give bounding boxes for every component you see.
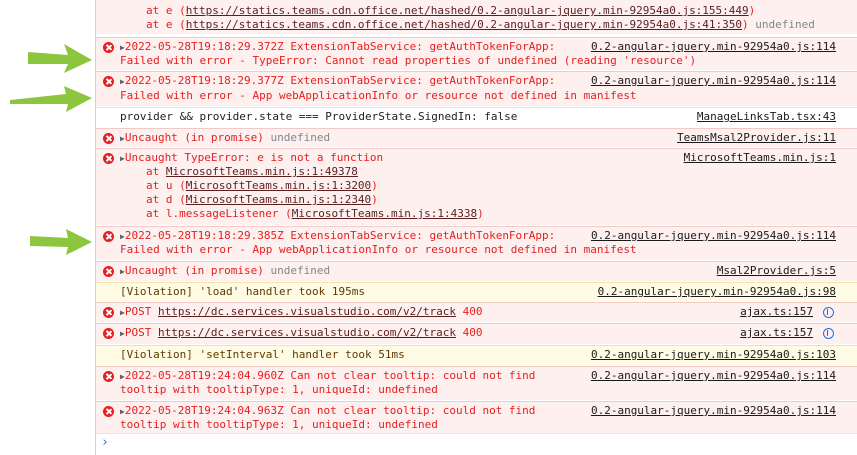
console-prompt-icon: › <box>101 435 109 450</box>
source-link[interactable]: 0.2-angular-jquery.min-92954a0.js:114 <box>591 369 836 383</box>
source-link[interactable]: ajax.ts:157 <box>740 326 813 340</box>
request-url-link[interactable]: https://dc.services.visualstudio.com/v2/… <box>158 326 456 339</box>
source-link[interactable]: 0.2-angular-jquery.min-92954a0.js:98 <box>598 285 836 299</box>
source-link[interactable]: TeamsMsal2Provider.js:11 <box>677 131 836 145</box>
stack-link[interactable]: MicrosoftTeams.min.js:1:4338 <box>292 207 477 220</box>
source-link[interactable]: 0.2-angular-jquery.min-92954a0.js:103 <box>591 348 836 362</box>
error-icon <box>103 76 114 87</box>
stack-link[interactable]: https://statics.teams.cdn.office.net/has… <box>186 18 742 31</box>
source-link[interactable]: 0.2-angular-jquery.min-92954a0.js:114 <box>591 229 836 243</box>
console-error-entry[interactable]: ▶2022-05-28T19:18:29.385Z ExtensionTabSe… <box>96 226 857 260</box>
error-icon <box>103 231 114 242</box>
source-link[interactable]: 0.2-angular-jquery.min-92954a0.js:114 <box>591 404 836 418</box>
source-link[interactable]: 0.2-angular-jquery.min-92954a0.js:114 <box>591 40 836 54</box>
source-link[interactable]: ManageLinksTab.tsx:43 <box>697 110 836 124</box>
annotation-arrow-1 <box>28 44 92 73</box>
error-icon <box>103 133 114 144</box>
stack-link[interactable]: MicrosoftTeams.min.js:1:2340 <box>186 193 371 206</box>
stack-link[interactable]: MicrosoftTeams.min.js:1:49378 <box>166 165 358 178</box>
console-error-entry[interactable]: ▶2022-05-28T19:18:29.372Z ExtensionTabSe… <box>96 37 857 70</box>
console-error-entry[interactable]: ▶Uncaught (in promise) undefined Msal2Pr… <box>96 261 857 281</box>
network-panel-icon[interactable] <box>823 328 834 339</box>
annotation-arrow-2 <box>10 86 92 112</box>
stack-link[interactable]: MicrosoftTeams.min.js:1:3200 <box>186 179 371 192</box>
console-error-entry[interactable]: ▶Uncaught TypeError: e is not a function… <box>96 148 857 225</box>
console-log-entry[interactable]: provider && provider.state === ProviderS… <box>96 107 857 127</box>
console-violation-entry[interactable]: [Violation] 'setInterval' handler took 5… <box>96 345 857 365</box>
console-network-error-entry[interactable]: ▶POST https://dc.services.visualstudio.c… <box>96 302 857 322</box>
console-error-entry[interactable]: ▶2022-05-28T19:18:29.377Z ExtensionTabSe… <box>96 71 857 106</box>
error-icon <box>103 328 114 339</box>
annotation-arrow-3 <box>30 229 92 255</box>
console-error-entry[interactable]: ▶2022-05-28T19:24:04.960Z Can not clear … <box>96 366 857 400</box>
error-icon <box>103 42 114 53</box>
stack-continuation: at e (https://statics.teams.cdn.office.n… <box>96 0 857 34</box>
stack-line: at e (https://statics.teams.cdn.office.n… <box>146 4 756 17</box>
console-network-error-entry[interactable]: ▶POST https://dc.services.visualstudio.c… <box>96 323 857 344</box>
source-link[interactable]: MicrosoftTeams.min.js:1 <box>684 151 836 165</box>
request-url-link[interactable]: https://dc.services.visualstudio.com/v2/… <box>158 305 456 318</box>
error-icon <box>103 153 114 164</box>
network-panel-icon[interactable] <box>823 307 834 318</box>
console-violation-entry[interactable]: [Violation] 'load' handler took 195ms 0.… <box>96 282 857 301</box>
source-link[interactable]: Msal2Provider.js:5 <box>717 264 836 278</box>
source-link[interactable]: ajax.ts:157 <box>740 305 813 319</box>
console-input-row[interactable]: › <box>96 433 857 455</box>
source-link[interactable]: 0.2-angular-jquery.min-92954a0.js:114 <box>591 74 836 88</box>
stack-line: at e (https://statics.teams.cdn.office.n… <box>146 18 815 31</box>
console-panel: at e (https://statics.teams.cdn.office.n… <box>95 0 857 455</box>
left-gutter <box>0 0 95 455</box>
console-error-entry[interactable]: ▶2022-05-28T19:24:04.963Z Can not clear … <box>96 401 857 433</box>
error-icon <box>103 406 114 417</box>
stack-link[interactable]: https://statics.teams.cdn.office.net/has… <box>186 4 749 17</box>
error-icon <box>103 307 114 318</box>
console-error-entry[interactable]: ▶Uncaught (in promise) undefined TeamsMs… <box>96 128 857 147</box>
error-icon <box>103 266 114 277</box>
error-icon <box>103 371 114 382</box>
